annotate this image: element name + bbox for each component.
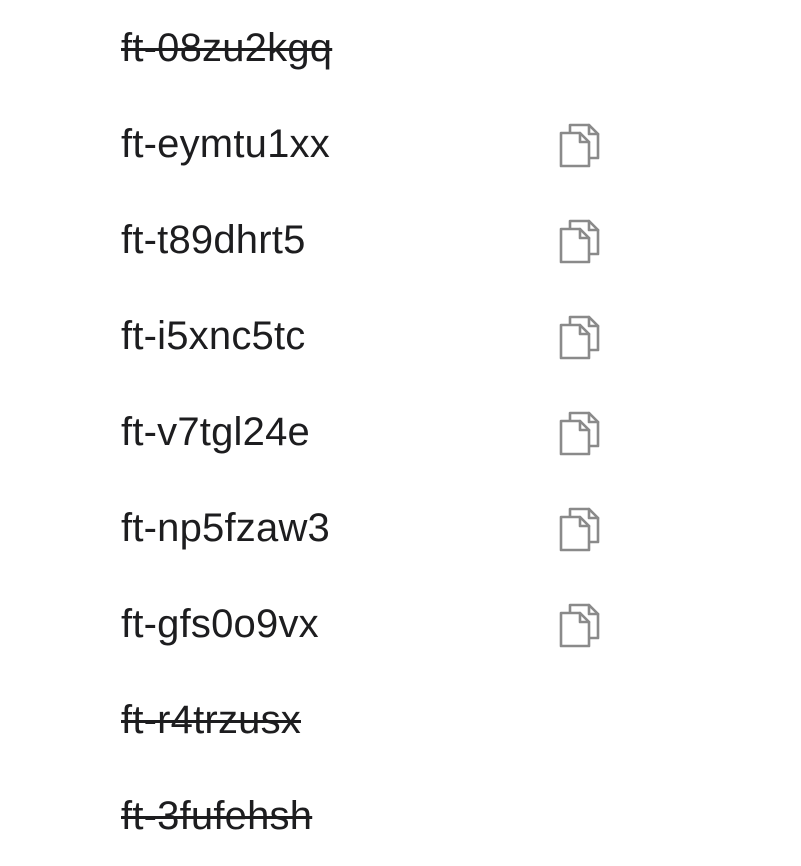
copy-code-button[interactable]: [553, 503, 605, 555]
backup-code-used: ft-08zu2kgq: [121, 26, 333, 70]
backup-code: ft-eymtu1xx: [121, 122, 330, 166]
copy-code-button[interactable]: [553, 407, 605, 459]
backup-code-row: ft-08zu2kgq: [0, 0, 801, 96]
copy-icon: [559, 411, 600, 456]
copy-code-button[interactable]: [553, 311, 605, 363]
copy-icon: [559, 507, 600, 552]
backup-code: ft-v7tgl24e: [121, 410, 310, 454]
backup-code-row: ft-r4trzusx: [0, 672, 801, 768]
backup-code-list: ft-08zu2kgq ft-eymtu1xx ft-t89dhrt5 ft-i…: [0, 0, 801, 866]
backup-code: ft-i5xnc5tc: [121, 314, 306, 358]
backup-code-used: ft-3fufehsh: [121, 794, 313, 838]
backup-code: ft-np5fzaw3: [121, 506, 330, 550]
backup-code-row: ft-np5fzaw3: [0, 480, 801, 576]
backup-code: ft-gfs0o9vx: [121, 602, 319, 646]
backup-code-row: ft-gfs0o9vx: [0, 576, 801, 672]
copy-icon: [559, 315, 600, 360]
backup-code-row: ft-v7tgl24e: [0, 384, 801, 480]
copy-icon: [559, 123, 600, 168]
backup-code-used: ft-r4trzusx: [121, 698, 301, 742]
backup-code-row: ft-eymtu1xx: [0, 96, 801, 192]
backup-code-row: ft-t89dhrt5: [0, 192, 801, 288]
copy-code-button[interactable]: [553, 215, 605, 267]
copy-code-button[interactable]: [553, 119, 605, 171]
backup-code-row: ft-i5xnc5tc: [0, 288, 801, 384]
backup-code-row: ft-3fufehsh: [0, 768, 801, 864]
copy-icon: [559, 603, 600, 648]
backup-code: ft-t89dhrt5: [121, 218, 306, 262]
copy-icon: [559, 219, 600, 264]
copy-code-button[interactable]: [553, 599, 605, 651]
